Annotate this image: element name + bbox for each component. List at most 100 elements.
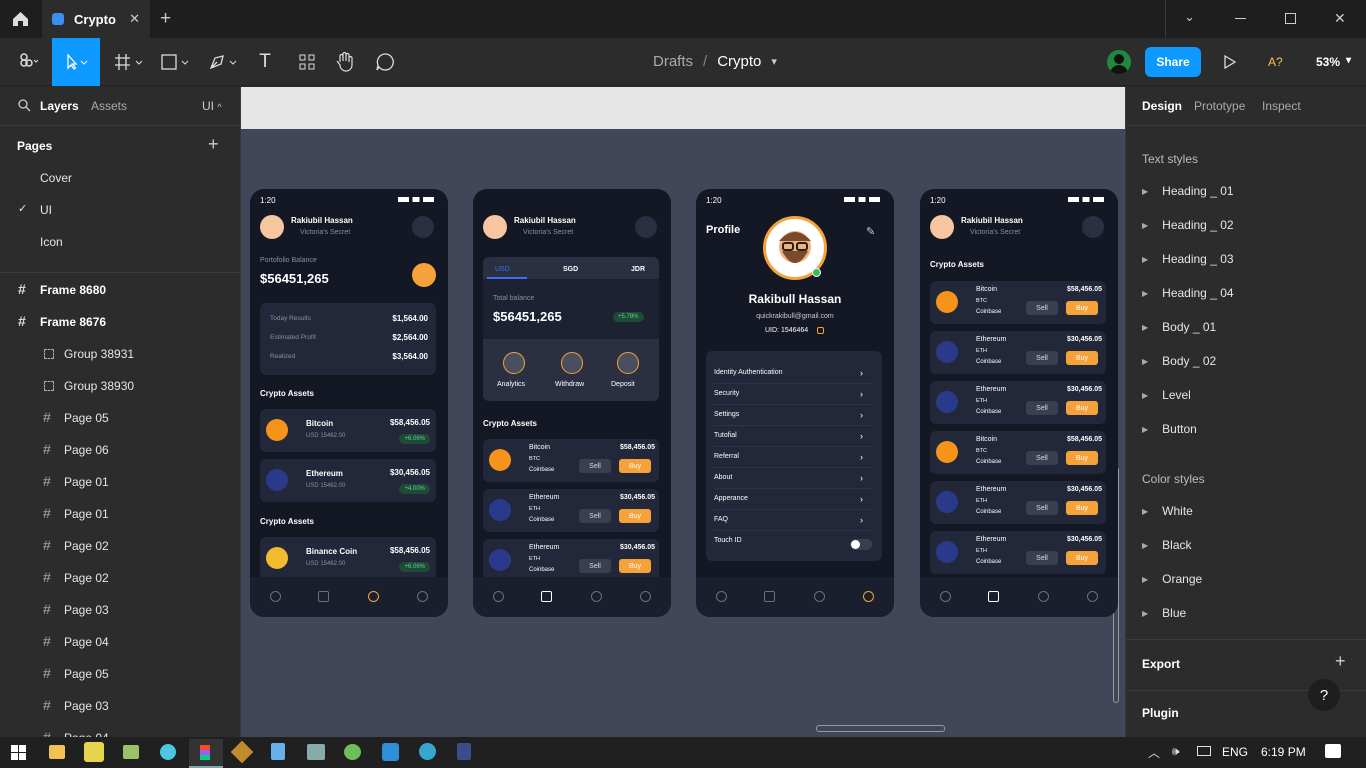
action-icon[interactable] xyxy=(617,352,639,374)
text-style-item[interactable]: ▶ Heading _ 03 xyxy=(1142,242,1234,276)
profile-nav-icon[interactable] xyxy=(640,591,651,602)
hand-tool-icon[interactable] xyxy=(332,38,358,86)
language-indicator[interactable]: ENG xyxy=(1222,745,1248,759)
chevron-right-icon[interactable]: ▶ xyxy=(1142,391,1148,400)
tab-inspect[interactable]: Inspect xyxy=(1262,99,1301,113)
page-item[interactable]: ✓ UI xyxy=(0,194,241,226)
chevron-right-icon[interactable]: ▶ xyxy=(1142,425,1148,434)
buy-button[interactable]: Buy xyxy=(1066,501,1098,515)
touch-id-toggle[interactable] xyxy=(850,539,872,550)
layer-item[interactable]: # Page 06 xyxy=(0,434,241,466)
menu-item-label[interactable]: About xyxy=(714,474,732,481)
menu-item-label[interactable]: Touch ID xyxy=(714,537,742,544)
profile-nav-icon[interactable] xyxy=(417,591,428,602)
layer-item[interactable]: # Page 03 xyxy=(0,594,241,626)
layer-item[interactable]: Group 38930 xyxy=(0,370,241,402)
home-nav-icon[interactable] xyxy=(493,591,504,602)
text-style-item[interactable]: ▶ Body _ 02 xyxy=(1142,344,1216,378)
layer-item[interactable]: # Frame 8680 xyxy=(0,274,241,306)
buy-button[interactable]: Buy xyxy=(1066,301,1098,315)
tab-design[interactable]: Design xyxy=(1142,99,1182,113)
layer-item[interactable]: # Frame 8676 xyxy=(0,306,241,338)
avatar[interactable] xyxy=(1107,50,1131,74)
add-page-icon[interactable]: + xyxy=(208,134,219,155)
avatar[interactable] xyxy=(483,215,507,239)
send-icon[interactable] xyxy=(412,263,436,287)
avatar[interactable] xyxy=(260,215,284,239)
share-button[interactable]: Share xyxy=(1145,47,1201,77)
layer-item[interactable]: # Page 02 xyxy=(0,562,241,594)
file-explorer-icon[interactable] xyxy=(49,745,65,759)
text-style-item[interactable]: ▶ Heading _ 02 xyxy=(1142,208,1234,242)
chevron-right-icon[interactable]: › xyxy=(860,431,863,441)
chart-nav-icon[interactable] xyxy=(814,591,825,602)
present-icon[interactable] xyxy=(1224,55,1236,69)
canvas[interactable]: 1:20 Rakiubil Hassan Victoria's Secret P… xyxy=(241,87,1125,737)
app-icon[interactable] xyxy=(457,743,471,760)
windows-start-icon[interactable] xyxy=(11,745,26,760)
clock[interactable]: 6:19 PM xyxy=(1261,745,1306,759)
add-export-icon[interactable]: + xyxy=(1335,651,1346,672)
maximize-icon[interactable] xyxy=(1285,13,1296,24)
chevron-right-icon[interactable]: › xyxy=(860,410,863,420)
menu-item-label[interactable]: FAQ xyxy=(714,516,728,523)
chevron-right-icon[interactable]: ▶ xyxy=(1142,609,1148,618)
tab-layers[interactable]: Layers xyxy=(40,99,79,113)
app-icon[interactable] xyxy=(123,745,139,759)
currency-tab[interactable]: JDR xyxy=(631,266,645,273)
sell-button[interactable]: Sell xyxy=(1026,351,1058,365)
sell-button[interactable]: Sell xyxy=(579,559,611,573)
chevron-right-icon[interactable]: ▶ xyxy=(1142,221,1148,230)
chevron-right-icon[interactable]: ▶ xyxy=(1142,255,1148,264)
menu-item-label[interactable]: Security xyxy=(714,390,739,397)
menu-item-label[interactable]: Tutofial xyxy=(714,432,737,439)
sell-button[interactable]: Sell xyxy=(1026,451,1058,465)
chevron-right-icon[interactable]: ▶ xyxy=(1142,289,1148,298)
buy-button[interactable]: Buy xyxy=(1066,551,1098,565)
page-item[interactable]: Cover xyxy=(0,162,241,194)
sell-button[interactable]: Sell xyxy=(1026,551,1058,565)
menu-item-label[interactable]: Identity Authentication xyxy=(714,369,783,376)
vscode-icon[interactable] xyxy=(382,743,399,761)
help-button[interactable]: ? xyxy=(1308,679,1340,711)
text-style-item[interactable]: ▶ Level xyxy=(1142,378,1191,412)
resources-icon[interactable] xyxy=(294,38,320,86)
color-style-item[interactable]: ▶ Orange xyxy=(1142,562,1202,596)
comment-tool-icon[interactable] xyxy=(372,38,398,86)
sell-button[interactable]: Sell xyxy=(1026,301,1058,315)
file-tab[interactable]: Crypto ✕ xyxy=(42,0,150,38)
new-tab-icon[interactable]: + xyxy=(160,8,171,30)
chart-nav-icon[interactable] xyxy=(1038,591,1049,602)
notification-icon[interactable] xyxy=(1082,216,1104,238)
home-nav-icon[interactable] xyxy=(940,591,951,602)
phone-assets[interactable]: 1:20 Rakiubil Hassan Victoria's Secret C… xyxy=(920,189,1118,617)
chevron-right-icon[interactable]: ▶ xyxy=(1142,357,1148,366)
search-icon[interactable] xyxy=(18,99,31,112)
show-hidden-icons[interactable]: ︿ xyxy=(1148,744,1160,761)
main-menu-icon[interactable] xyxy=(8,38,48,86)
wallet-nav-icon[interactable] xyxy=(988,591,999,602)
color-style-item[interactable]: ▶ White xyxy=(1142,494,1193,528)
avatar[interactable] xyxy=(930,215,954,239)
tab-prototype[interactable]: Prototype xyxy=(1194,99,1245,113)
currency-tab[interactable]: SGD xyxy=(563,266,578,273)
notification-icon[interactable] xyxy=(635,216,657,238)
sell-button[interactable]: Sell xyxy=(579,459,611,473)
move-tool-button[interactable] xyxy=(52,38,100,86)
color-style-item[interactable]: ▶ Blue xyxy=(1142,596,1186,630)
copy-icon[interactable] xyxy=(817,327,824,334)
home-icon[interactable] xyxy=(12,11,29,27)
frame-tool-icon[interactable] xyxy=(110,38,150,86)
chevron-down-icon[interactable]: ▾ xyxy=(771,55,777,68)
volume-icon[interactable]: 🕪 xyxy=(1172,744,1180,759)
chart-nav-icon[interactable] xyxy=(591,591,602,602)
wallet-nav-icon[interactable] xyxy=(541,591,552,602)
buy-button[interactable]: Buy xyxy=(619,459,651,473)
file-name[interactable]: Crypto xyxy=(717,53,761,70)
layer-item[interactable]: # Page 02 xyxy=(0,530,241,562)
chevron-right-icon[interactable]: ▶ xyxy=(1142,187,1148,196)
home-nav-icon[interactable] xyxy=(716,591,727,602)
phone-wallet[interactable]: Rakiubil Hassan Victoria's Secret USD SGD… xyxy=(473,189,671,617)
layer-item[interactable]: # Page 05 xyxy=(0,402,241,434)
menu-item-label[interactable]: Settings xyxy=(714,411,739,418)
